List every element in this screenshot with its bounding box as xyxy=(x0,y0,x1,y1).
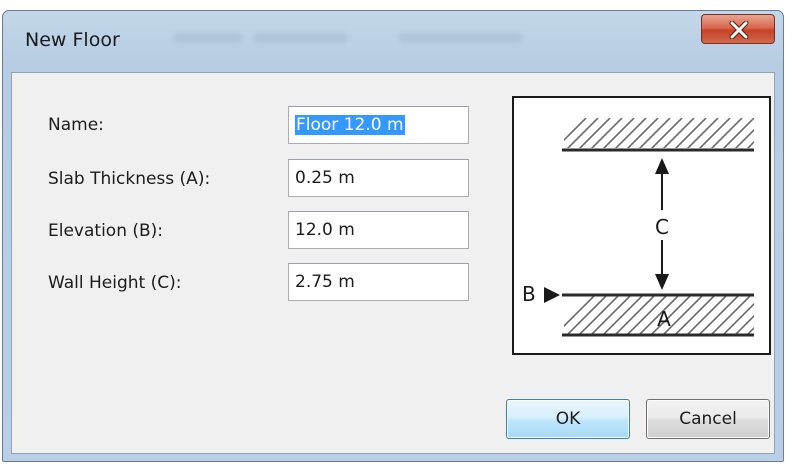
slab-thickness-label: Slab Thickness (A): xyxy=(48,169,211,189)
dialog-client-area: Name: Floor 12.0 m Slab Thickness (A): 0… xyxy=(11,72,775,454)
floor-diagram-svg: C A B xyxy=(522,118,754,337)
label-c: C xyxy=(655,215,669,239)
window-title: New Floor xyxy=(25,29,120,51)
name-field-value: Floor 12.0 m xyxy=(295,115,405,135)
name-label: Name: xyxy=(48,115,104,135)
label-b: B xyxy=(522,282,536,306)
elevation-label: Elevation (B): xyxy=(48,221,164,241)
arrow-down-icon xyxy=(655,274,669,290)
title-bar[interactable]: New Floor xyxy=(3,11,783,71)
upper-slab-hatch xyxy=(564,118,754,148)
cancel-button[interactable]: Cancel xyxy=(646,399,770,439)
title-bar-glass-blur xyxy=(398,33,523,43)
title-bar-glass-blur xyxy=(253,33,348,43)
floor-diagram: C A B xyxy=(512,96,771,355)
close-icon xyxy=(729,21,749,39)
new-floor-dialog: New Floor Name: Floor 12.0 m Slab Thickn… xyxy=(2,10,784,462)
label-a: A xyxy=(657,307,671,331)
title-bar-glass-blur xyxy=(173,33,243,43)
arrow-right-icon xyxy=(544,287,560,303)
name-field[interactable]: Floor 12.0 m xyxy=(288,106,469,144)
slab-thickness-value: 0.25 m xyxy=(295,168,355,188)
elevation-value: 12.0 m xyxy=(295,220,355,240)
wall-height-field[interactable]: 2.75 m xyxy=(288,263,469,301)
wall-height-value: 2.75 m xyxy=(295,272,355,292)
close-button[interactable] xyxy=(701,14,775,44)
wall-height-label: Wall Height (C): xyxy=(48,273,182,293)
slab-thickness-field[interactable]: 0.25 m xyxy=(288,159,469,197)
arrow-up-icon xyxy=(655,158,669,174)
elevation-field[interactable]: 12.0 m xyxy=(288,211,469,249)
ok-button[interactable]: OK xyxy=(506,399,630,439)
